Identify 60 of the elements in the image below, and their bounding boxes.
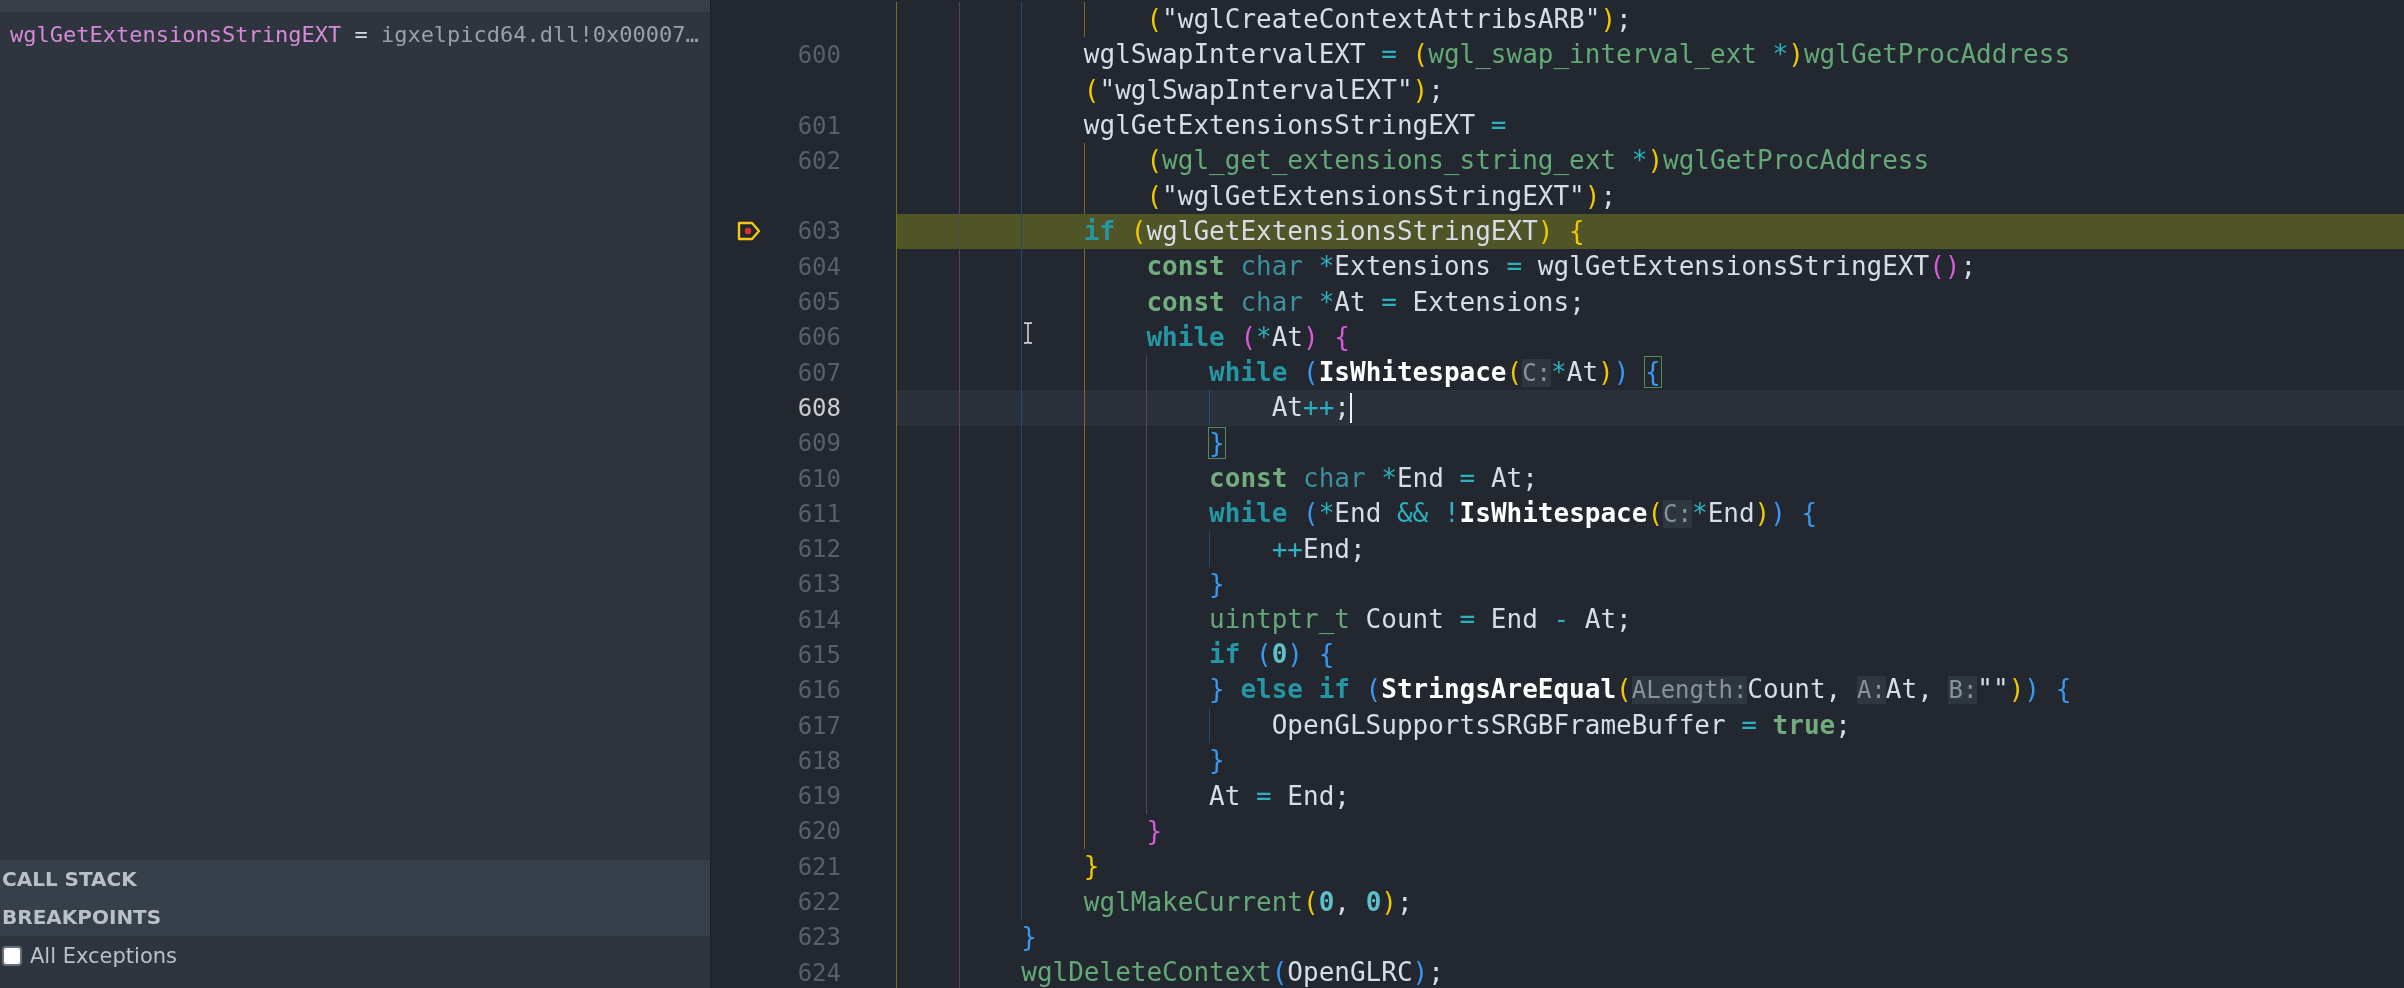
code-line: At = End; — [1209, 779, 1350, 813]
code-line: } — [1021, 920, 1037, 954]
code-line: ("wglGetExtensionsStringEXT"); — [1146, 179, 1617, 213]
code-line: OpenGLSupportsSRGBFrameBuffer = true; — [1271, 709, 1851, 743]
line-number: 624 — [796, 958, 841, 987]
line-number: 618 — [796, 746, 841, 775]
line-number: 607 — [796, 358, 841, 387]
section-header[interactable]: CALL STACK — [0, 860, 710, 898]
code-line: wglMakeCurrent(0, 0); — [1083, 885, 1413, 919]
line-number: 601 — [796, 111, 841, 140]
line-number: 616 — [796, 676, 841, 705]
i-beam-pointer-icon — [1023, 322, 1033, 344]
line-number: 614 — [796, 605, 841, 634]
line-number: 620 — [796, 817, 841, 846]
line-number: 609 — [796, 429, 841, 458]
code-line: ("wglCreateContextAttribsARB"); — [1146, 3, 1632, 37]
code-line: } — [1209, 567, 1225, 601]
line-number: 619 — [796, 782, 841, 811]
line-number: 611 — [796, 499, 841, 528]
code-line: } — [1083, 850, 1100, 884]
code-line: wglSwapIntervalEXT = (wgl_swap_interval_ext *)wglGetProcAddress — [1083, 38, 2071, 72]
line-number: 623 — [796, 923, 841, 952]
watch-expression[interactable]: wglGetExtensionsStringEXT = igxelpicd64.dll!0x00007… — [0, 12, 710, 47]
line-number: 603 — [796, 217, 841, 246]
code-line: wglDeleteContext(OpenGLRC); — [1021, 956, 1444, 988]
code-line: } — [1146, 814, 1163, 848]
code-line: const char *Extensions = wglGetExtensionsStringEXT(); — [1146, 250, 1977, 284]
line-number: 615 — [796, 641, 841, 669]
code-line: const char *End = At; — [1209, 462, 1538, 495]
line-number: 621 — [796, 852, 841, 881]
line-number: 612 — [796, 535, 841, 564]
line-number: 602 — [796, 146, 841, 175]
code-line: ("wglSwapIntervalEXT"); — [1083, 73, 1444, 107]
code-line: } — [1209, 426, 1225, 460]
code-line: const char *At = Extensions; — [1146, 285, 1585, 319]
code-line: wglGetExtensionsStringEXT = — [1083, 109, 1507, 143]
code-line: if (wglGetExtensionsStringEXT) { — [1083, 214, 1585, 248]
line-number: 610 — [796, 464, 841, 493]
line-number: 608 — [796, 393, 841, 422]
section-header[interactable]: BREAKPOINTS — [0, 898, 710, 936]
line-number: 613 — [796, 570, 841, 599]
line-number: 600 — [796, 40, 841, 69]
breakpoint-arrow-icon[interactable] — [737, 221, 761, 242]
code-line: uintptr_t Count = End - At; — [1209, 603, 1632, 637]
line-number: 622 — [796, 888, 841, 917]
code-line: while (*End && !IsWhitespace(C:*End)) { — [1209, 496, 1818, 530]
breakpoint-label: All Exceptions — [30, 944, 177, 968]
checkbox[interactable] — [2, 946, 22, 966]
code-line: ++End; — [1271, 532, 1366, 566]
line-number: 617 — [796, 711, 841, 740]
code-line: (wgl_get_extensions_string_ext *)wglGetProcAddress — [1146, 144, 1930, 178]
code-line: } else if (StringsAreEqual(ALength:Count, A:At, B:"")) { — [1209, 673, 2072, 707]
code-line: } — [1209, 744, 1225, 778]
code-line: if (0) { — [1209, 638, 1335, 672]
code-line: At++; — [1271, 391, 1350, 425]
code-line: while (IsWhitespace(C:*At)) { — [1209, 355, 1661, 389]
line-number: 604 — [796, 252, 841, 281]
line-number: 605 — [796, 288, 841, 316]
code-line: while (*At) { — [1146, 320, 1350, 354]
line-number: 606 — [796, 323, 841, 352]
